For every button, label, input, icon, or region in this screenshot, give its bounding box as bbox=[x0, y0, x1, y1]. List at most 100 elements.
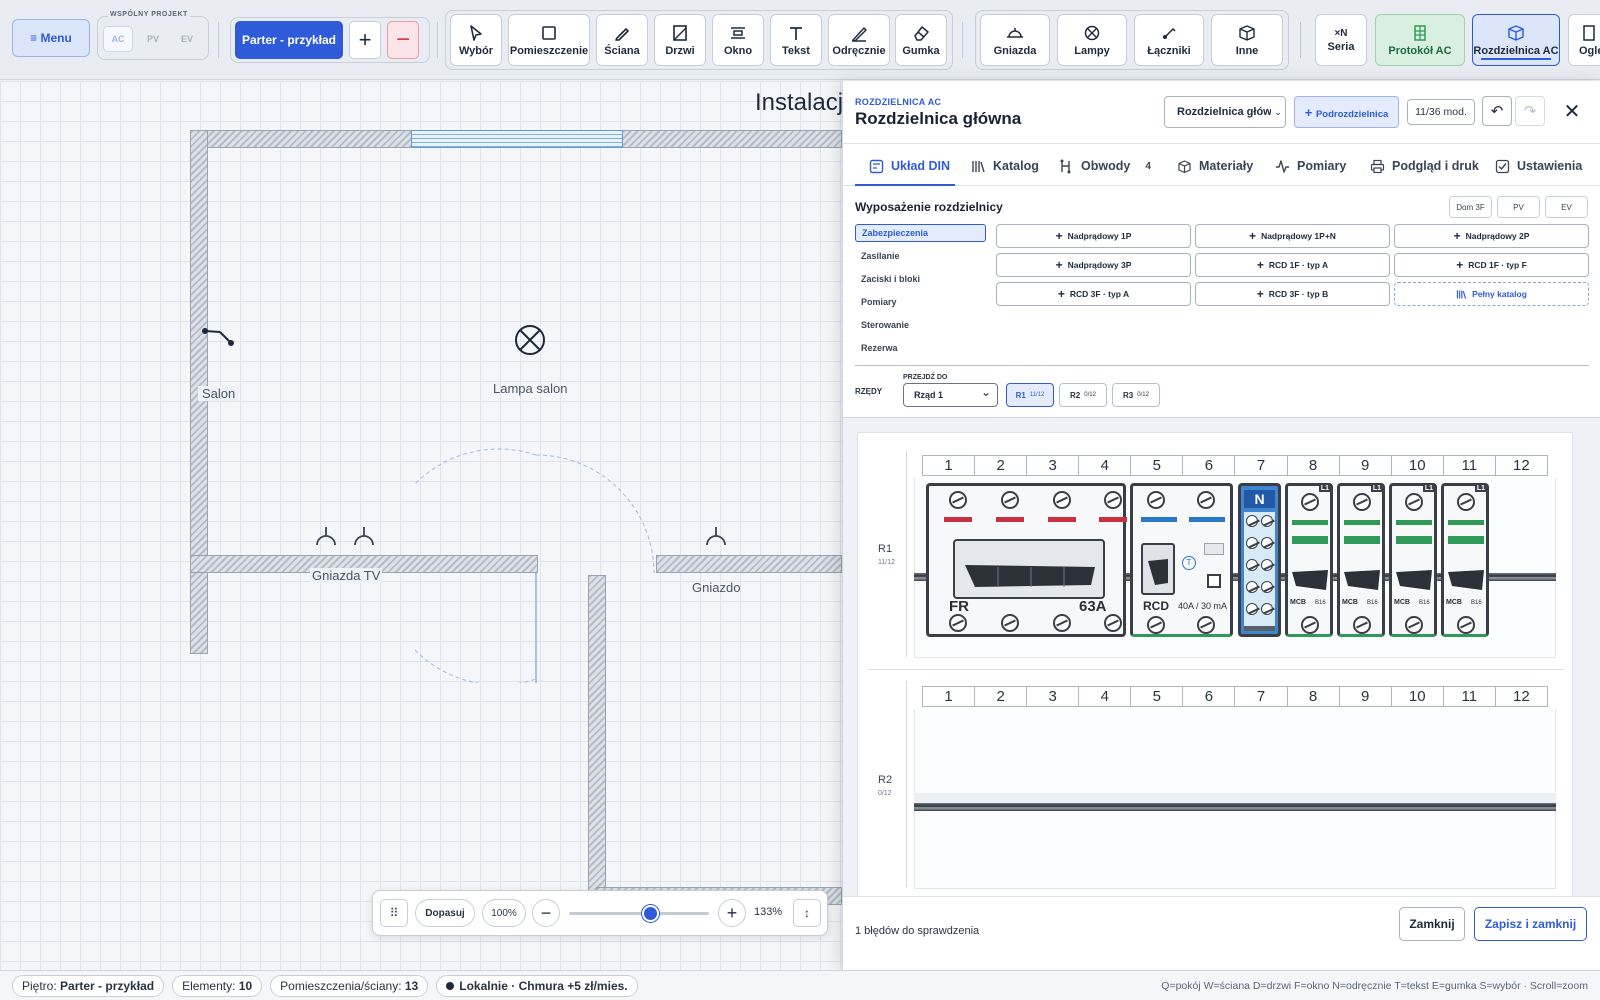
element-other-button[interactable]: Inne bbox=[1211, 14, 1283, 66]
lamp-icon[interactable] bbox=[514, 324, 546, 356]
main-switch-fr-module[interactable]: FR 63A bbox=[926, 483, 1127, 637]
zoom-in-button[interactable]: + bbox=[718, 899, 746, 927]
protocol-ac-button[interactable]: Protokół AC bbox=[1375, 14, 1465, 66]
socket-icon[interactable] bbox=[352, 525, 376, 547]
element-sockets-button[interactable]: Gniazda bbox=[980, 14, 1050, 66]
status-storage[interactable]: Lokalnie · Chmura +5 zł/mies. bbox=[436, 974, 638, 997]
tab-settings[interactable]: Ustawienia bbox=[1495, 146, 1582, 186]
category-measurements[interactable]: Pomiary bbox=[855, 293, 986, 311]
zoom-reset-button[interactable]: 100% bbox=[482, 899, 526, 927]
close-icon[interactable]: ✕ bbox=[1557, 96, 1587, 126]
zoom-slider-thumb[interactable] bbox=[642, 905, 660, 922]
rcd-test-button[interactable]: T bbox=[1182, 556, 1196, 570]
switch-icon[interactable] bbox=[200, 326, 240, 351]
phase-badge: L1 bbox=[1474, 485, 1487, 492]
tool-window-button[interactable]: Okno bbox=[712, 14, 764, 66]
add-rcd-1f-f-button[interactable]: + RCD 1F · typ F bbox=[1394, 253, 1589, 277]
tool-door-button[interactable]: Drzwi bbox=[654, 14, 706, 66]
preset-ev-button[interactable]: EV bbox=[1545, 196, 1588, 218]
vertical-fit-button[interactable]: ↕ bbox=[793, 899, 821, 927]
mode-ac-button[interactable]: AC bbox=[103, 26, 133, 52]
category-protection[interactable]: Zabezpieczenia bbox=[855, 224, 986, 242]
row-r3-button[interactable]: R3 0/12 bbox=[1112, 383, 1160, 407]
socket-icon[interactable] bbox=[704, 525, 728, 547]
remove-floor-button[interactable]: − bbox=[387, 21, 419, 59]
fit-button[interactable]: Dopasuj bbox=[415, 899, 475, 927]
category-power[interactable]: Zasilanie bbox=[855, 247, 986, 265]
window bbox=[411, 130, 623, 148]
tab-preview-print[interactable]: Podgląd i druk bbox=[1370, 146, 1479, 186]
tool-freehand-button[interactable]: Odręcznie bbox=[828, 14, 890, 66]
redo-button[interactable]: ↷ bbox=[1515, 96, 1545, 126]
tool-room-button[interactable]: Pomieszczenie bbox=[508, 14, 590, 66]
category-terminals[interactable]: Zaciski i bloki bbox=[855, 270, 986, 288]
tool-label: Ściana bbox=[604, 45, 640, 57]
add-mcb-2p-button[interactable]: + Nadprądowy 2P bbox=[1394, 224, 1589, 248]
tab-din-layout[interactable]: Układ DIN bbox=[869, 146, 950, 186]
top-toolbar: ≡ Menu WSPÓLNY PROJEKT AC PV EV Parter -… bbox=[0, 0, 1600, 80]
preset-dom-3f-button[interactable]: Dom 3F bbox=[1449, 196, 1492, 218]
full-catalog-button[interactable]: Pełny katalog bbox=[1394, 282, 1589, 306]
tool-text-button[interactable]: Tekst bbox=[770, 14, 822, 66]
slot-number: 7 bbox=[1235, 687, 1288, 706]
add-rcd-1f-a-button[interactable]: + RCD 1F · typ A bbox=[1195, 253, 1390, 277]
neutral-label: N bbox=[1244, 490, 1275, 508]
tool-wall-button[interactable]: Ściana bbox=[596, 14, 648, 66]
add-rcd-3f-a-button[interactable]: + RCD 3F · typ A bbox=[996, 282, 1191, 306]
zoom-slider[interactable] bbox=[569, 905, 709, 922]
add-mcb-1p-button[interactable]: + Nadprądowy 1P bbox=[996, 224, 1191, 248]
floor-plan-canvas[interactable]: Instalacj Salon Lampa salon Gniazda TV G… bbox=[0, 81, 842, 970]
switchboard-select[interactable]: Rozdzielnica główna ⌄ bbox=[1164, 96, 1286, 128]
element-lamps-button[interactable]: Lampy bbox=[1057, 14, 1127, 66]
mcb-module[interactable]: L1 MCB B16 bbox=[1441, 483, 1489, 637]
tool-label: Odręcznie bbox=[832, 45, 886, 57]
slot-number: 2 bbox=[975, 456, 1028, 475]
din-rail bbox=[914, 803, 1556, 811]
rcd-handle[interactable] bbox=[1141, 543, 1175, 595]
zoom-out-button[interactable]: − bbox=[532, 899, 560, 927]
fr-handle[interactable] bbox=[953, 539, 1105, 599]
subswitchboard-button[interactable]: + Podrozdzielnica bbox=[1294, 96, 1399, 128]
rows-label: RZĘDY bbox=[855, 387, 883, 396]
add-mcb-1pn-button[interactable]: + Nadprądowy 1P+N bbox=[1195, 224, 1390, 248]
mcb-module[interactable]: L1 MCB B16 bbox=[1285, 483, 1333, 637]
row-r2-button[interactable]: R2 0/12 bbox=[1059, 383, 1107, 407]
category-control[interactable]: Sterowanie bbox=[855, 316, 986, 334]
series-button[interactable]: ×N Seria bbox=[1315, 14, 1367, 66]
element-switches-button[interactable]: Łączniki bbox=[1134, 14, 1204, 66]
tab-measurements[interactable]: Pomiary bbox=[1275, 146, 1346, 186]
errors-text[interactable]: 1 błędów do sprawdzenia bbox=[855, 925, 979, 937]
mode-pv-button[interactable]: PV bbox=[138, 26, 168, 52]
menu-button[interactable]: ≡ Menu bbox=[12, 19, 90, 57]
switchboard-ac-button[interactable]: Rozdzielnica AC bbox=[1472, 14, 1560, 66]
terminal-screw bbox=[1261, 559, 1273, 571]
mode-ev-button[interactable]: EV bbox=[172, 26, 202, 52]
add-rcd-3f-b-button[interactable]: + RCD 3F · typ B bbox=[1195, 282, 1390, 306]
mcb-lever-icon bbox=[1344, 570, 1380, 590]
rcd-module[interactable]: T RCD 40A / 30 mA bbox=[1130, 483, 1233, 637]
save-and-close-button[interactable]: Zapisz i zamknij bbox=[1474, 907, 1587, 941]
preset-pv-button[interactable]: PV bbox=[1497, 196, 1540, 218]
inspection-button[interactable]: Oględ bbox=[1568, 14, 1600, 66]
floor-select-button[interactable]: Parter - przykład bbox=[235, 21, 343, 59]
tab-catalog[interactable]: Katalog bbox=[971, 146, 1039, 186]
tool-select-button[interactable]: Wybór bbox=[450, 14, 502, 66]
door-icon bbox=[673, 25, 687, 41]
terminal-screw bbox=[1246, 559, 1258, 571]
status-key: Elementy: bbox=[182, 978, 236, 993]
row-select[interactable]: Rząd 1 ⌄ bbox=[903, 383, 998, 407]
category-reserve[interactable]: Rezerwa bbox=[855, 339, 986, 357]
mcb-module[interactable]: L1 MCB B16 bbox=[1389, 483, 1437, 637]
tab-circuits[interactable]: Obwody 4 bbox=[1059, 146, 1151, 186]
drag-handle-button[interactable]: ⠿ bbox=[380, 899, 408, 927]
tab-materials[interactable]: Materiały bbox=[1177, 146, 1253, 186]
add-mcb-3p-button[interactable]: + Nadprądowy 3P bbox=[996, 253, 1191, 277]
neutral-terminal-module[interactable]: N bbox=[1238, 483, 1281, 637]
undo-button[interactable]: ↶ bbox=[1482, 96, 1512, 126]
close-button[interactable]: Zamknij bbox=[1399, 907, 1465, 941]
add-floor-button[interactable]: + bbox=[349, 21, 381, 59]
tool-eraser-button[interactable]: Gumka bbox=[895, 14, 947, 66]
socket-icon[interactable] bbox=[314, 525, 338, 547]
mcb-module[interactable]: L1 MCB B16 bbox=[1337, 483, 1385, 637]
row-r1-button[interactable]: R1 11/12 bbox=[1006, 383, 1054, 407]
